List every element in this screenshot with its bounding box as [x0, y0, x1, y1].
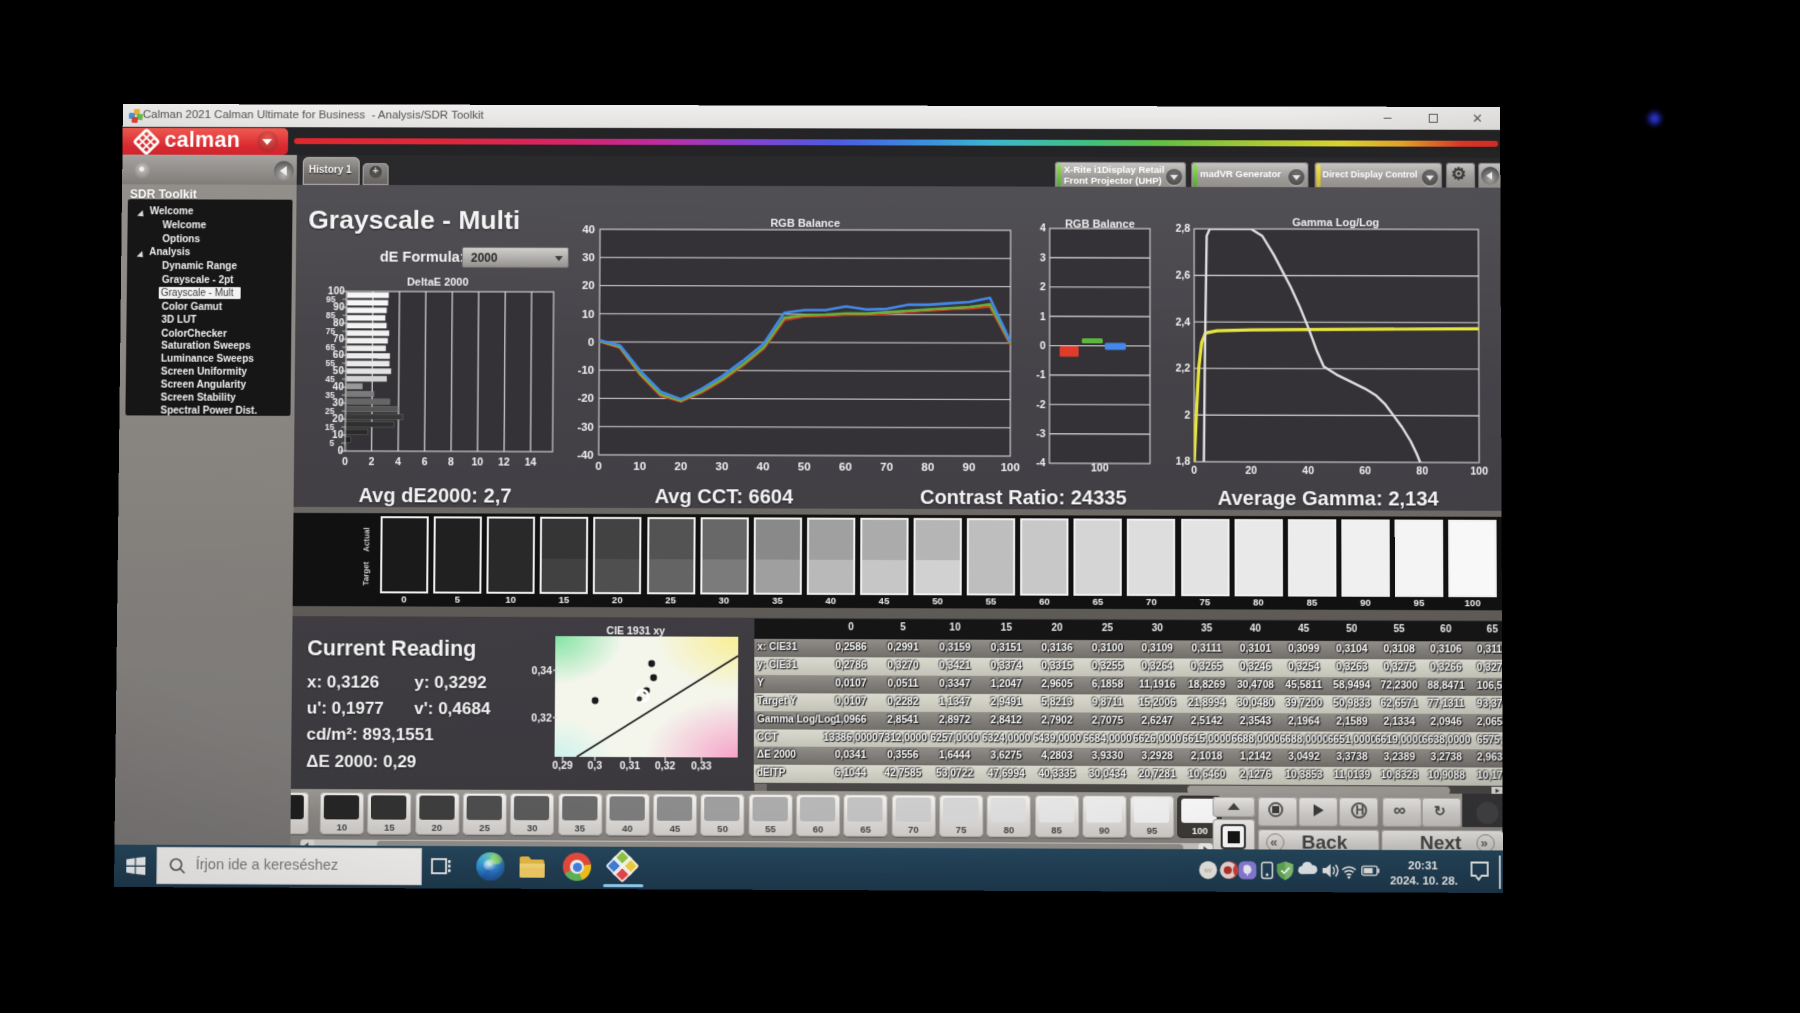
svg-text:-2: -2 [1036, 400, 1046, 411]
svg-text:0,32: 0,32 [531, 713, 552, 724]
svg-text:2,6: 2,6 [1176, 271, 1191, 282]
svg-text:40: 40 [1302, 466, 1314, 477]
svg-text:NV: NV [1204, 869, 1212, 875]
svg-text:CIE 1931 xy: CIE 1931 xy [606, 626, 665, 637]
svg-text:30: 30 [582, 252, 595, 264]
svg-text:0: 0 [338, 446, 344, 457]
svg-text:1,8: 1,8 [1176, 457, 1191, 468]
svg-text:1: 1 [1040, 312, 1046, 323]
svg-text:0: 0 [1040, 341, 1046, 352]
svg-text:5: 5 [329, 438, 334, 448]
svg-text:20: 20 [1245, 466, 1257, 477]
svg-text:-10: -10 [578, 365, 595, 377]
svg-text:2: 2 [369, 457, 375, 468]
svg-text:40: 40 [757, 461, 770, 473]
svg-text:0: 0 [595, 461, 601, 473]
svg-text:95: 95 [326, 294, 336, 304]
svg-text:30: 30 [716, 461, 729, 473]
svg-text:100: 100 [1470, 467, 1488, 478]
svg-text:DeltaE 2000: DeltaE 2000 [407, 277, 469, 289]
svg-text:15: 15 [325, 422, 335, 432]
svg-text:25: 25 [325, 406, 335, 416]
svg-text:2: 2 [1184, 410, 1190, 421]
svg-text:50: 50 [798, 461, 811, 473]
svg-text:0: 0 [588, 337, 594, 349]
svg-text:12: 12 [498, 457, 510, 468]
svg-text:0,34: 0,34 [532, 666, 553, 677]
svg-text:0,3: 0,3 [587, 761, 602, 772]
svg-text:-1: -1 [1036, 370, 1046, 381]
svg-text:10: 10 [633, 461, 646, 473]
svg-text:55: 55 [325, 358, 335, 368]
svg-text:65: 65 [326, 342, 336, 352]
svg-text:4: 4 [1040, 224, 1046, 235]
svg-text:0,33: 0,33 [691, 761, 712, 772]
svg-text:0,29: 0,29 [552, 761, 573, 772]
svg-text:80: 80 [1416, 466, 1428, 477]
svg-text:2: 2 [1040, 282, 1046, 293]
svg-text:100: 100 [1091, 463, 1109, 474]
svg-text:-4: -4 [1036, 459, 1046, 470]
svg-text:-30: -30 [577, 422, 594, 434]
svg-text:0: 0 [1191, 466, 1197, 477]
svg-text:60: 60 [1359, 466, 1371, 477]
svg-text:10: 10 [582, 309, 595, 321]
svg-text:75: 75 [326, 326, 336, 336]
svg-text:4: 4 [395, 457, 401, 468]
svg-text:2,4: 2,4 [1176, 317, 1191, 328]
svg-text:35: 35 [325, 390, 335, 400]
svg-text:10: 10 [472, 457, 484, 468]
svg-text:0,32: 0,32 [655, 761, 676, 772]
svg-text:100: 100 [1001, 462, 1020, 474]
svg-text:20: 20 [674, 461, 687, 473]
svg-text:40: 40 [582, 224, 595, 236]
svg-text:85: 85 [326, 310, 336, 320]
svg-text:8: 8 [448, 457, 454, 468]
svg-text:RGB Balance: RGB Balance [770, 218, 840, 230]
svg-text:20: 20 [582, 280, 595, 292]
svg-text:-40: -40 [577, 450, 594, 462]
svg-text:70: 70 [880, 462, 893, 474]
svg-text:90: 90 [963, 462, 976, 474]
svg-text:45: 45 [325, 374, 335, 384]
svg-text:6: 6 [422, 457, 428, 468]
svg-text:60: 60 [839, 462, 852, 474]
svg-text:3: 3 [1040, 253, 1046, 264]
svg-text:-20: -20 [577, 393, 594, 405]
svg-text:-3: -3 [1036, 429, 1046, 440]
svg-text:80: 80 [921, 462, 934, 474]
svg-text:14: 14 [525, 458, 537, 469]
svg-text:0: 0 [342, 457, 348, 468]
svg-text:Gamma Log/Log: Gamma Log/Log [1292, 217, 1379, 229]
svg-text:2,8: 2,8 [1175, 224, 1190, 235]
svg-text:2,2: 2,2 [1176, 364, 1191, 375]
svg-text:0,31: 0,31 [620, 761, 641, 772]
